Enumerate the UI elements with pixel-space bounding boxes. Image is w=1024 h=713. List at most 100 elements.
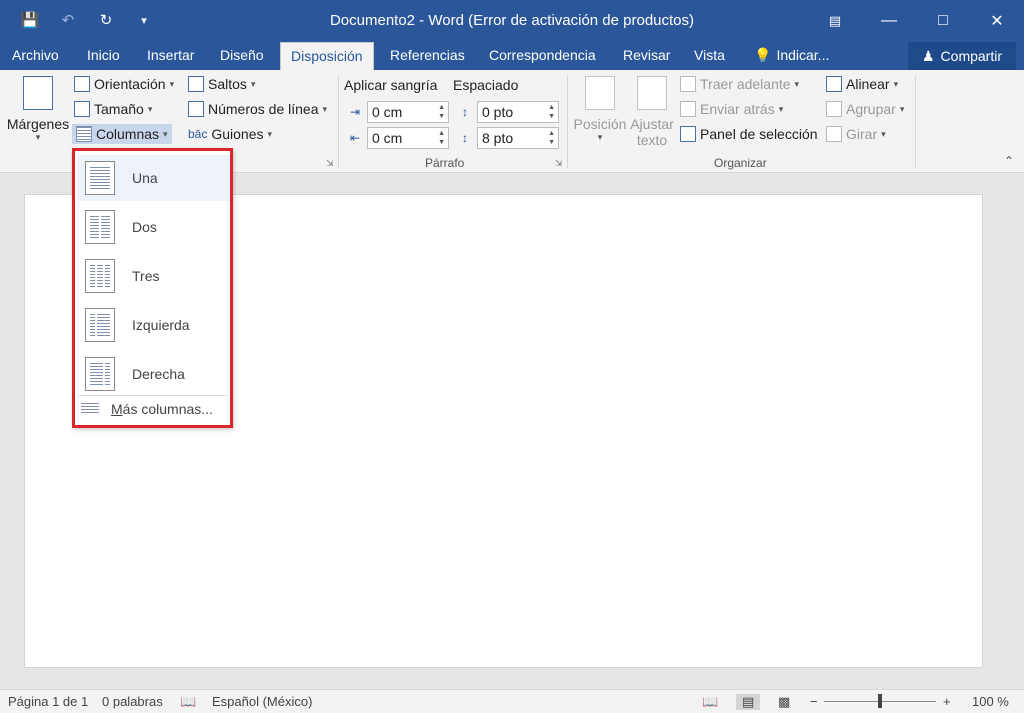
more-columns-label: Más columnas... [111,401,213,417]
proofing-icon[interactable]: 📖 [180,694,196,710]
status-bar: Página 1 de 1 0 palabras 📖 Español (Méxi… [0,689,1024,713]
spinner-arrows-icon[interactable]: ▲ ▼ [548,103,555,121]
close-icon[interactable]: ✕ [970,0,1024,42]
columns-option-label: Dos [132,219,157,235]
hyphenation-icon: bāc [188,127,208,141]
bring-forward-icon [680,76,696,92]
columnas-button[interactable]: Columnas ▾ [72,124,172,144]
columns-option-label: Una [132,170,158,186]
print-layout-icon[interactable]: ▤ [736,694,761,710]
indent-right-input[interactable]: 0 cm ▲ ▼ [367,127,449,149]
columns-option-tres[interactable]: Tres [78,253,230,299]
group-icon [826,101,842,117]
space-after-value: 8 pto [482,130,514,146]
spacing-title: Espaciado [453,77,519,93]
minimize-icon[interactable]: — [862,0,916,42]
alinear-button[interactable]: Alinear ▾ [826,76,898,92]
right-column-icon [85,357,115,391]
wrap-text-icon [637,76,667,110]
zoom-level[interactable]: 100 % [972,694,1009,709]
numeros-linea-button[interactable]: Números de línea ▾ [188,101,327,117]
word-count[interactable]: 0 palabras [102,694,163,709]
share-label: Compartir [940,48,1003,64]
spinner-arrows-icon[interactable]: ▲ ▼ [438,129,445,147]
tab-diseno[interactable]: Diseño [210,42,274,70]
zoom-slider-thumb[interactable] [878,694,882,708]
girar-button[interactable]: Girar ▾ [826,126,886,142]
ajustar-texto-button[interactable]: Ajustar texto [626,76,678,148]
tab-vista[interactable]: Vista [684,42,735,70]
orientation-icon [74,76,90,92]
indent-right-value: 0 cm [372,130,403,146]
guiones-button[interactable]: bāc Guiones ▾ [188,126,272,142]
saltos-label: Saltos [208,76,247,92]
collapse-ribbon-icon[interactable]: ⌃ [1004,154,1014,168]
space-after-icon: ↕ [462,131,468,145]
agrupar-button[interactable]: Agrupar ▾ [826,101,904,117]
page-count[interactable]: Página 1 de 1 [8,694,88,709]
paragraph-launcher-icon[interactable]: ⇲ [555,158,563,169]
space-before-input[interactable]: 0 pto ▲ ▼ [477,101,559,123]
ajustar-label-2: texto [636,132,668,148]
web-layout-icon[interactable]: ▩ [778,694,790,710]
chevron-down-icon: ▾ [597,132,603,142]
columnas-label: Columnas [96,126,160,142]
tab-archivo[interactable]: Archivo [2,42,69,70]
align-icon [826,76,842,92]
indent-left-value: 0 cm [372,104,403,120]
zoom-in-button[interactable]: + [943,694,951,709]
spinner-arrows-icon[interactable]: ▲ ▼ [438,103,445,121]
columns-option-izquierda[interactable]: Izquierda [78,302,230,348]
maximize-icon[interactable]: □ [916,0,970,42]
left-column-icon [85,308,115,342]
margenes-button[interactable]: Márgenes ▾ [6,76,70,143]
title-bar: 💾 ↶ ↻ ▾ Documento2 - Word (Error de acti… [0,0,1024,42]
enviar-label: Enviar atrás [700,101,775,117]
tab-correspondencia[interactable]: Correspondencia [479,42,606,70]
tab-insertar[interactable]: Insertar [137,42,204,70]
chevron-down-icon: ▾ [794,78,800,89]
indent-left-icon: ⇥ [349,105,361,119]
ribbon-tabs: Archivo Inicio Insertar Diseño Disposici… [0,42,1024,70]
chevron-down-icon: ▾ [267,128,273,139]
columns-option-derecha[interactable]: Derecha [78,351,230,397]
alinear-label: Alinear [846,76,890,92]
enviar-atras-button[interactable]: Enviar atrás ▾ [680,101,783,117]
size-icon [74,101,90,117]
posicion-label: Posición [573,116,627,132]
language-indicator[interactable]: Español (México) [212,694,312,709]
page-setup-launcher-icon[interactable]: ⇲ [326,158,334,169]
spinner-arrows-icon[interactable]: ▲ ▼ [548,129,555,147]
margenes-label: Márgenes [6,116,70,132]
zoom-out-button[interactable]: − [810,694,818,709]
ribbon-display-icon[interactable]: ▤ [808,0,862,42]
read-mode-icon[interactable]: 📖 [702,694,718,710]
columns-option-label: Derecha [132,366,185,382]
posicion-button[interactable]: Posición ▾ [572,76,628,143]
guiones-label: Guiones [211,126,264,142]
tell-me-search[interactable]: 💡 Indicar... [744,42,839,70]
more-columns-icon [81,403,99,415]
space-before-icon: ↕ [462,105,468,119]
share-button[interactable]: ♟ Compartir [908,42,1016,70]
indent-left-input[interactable]: 0 cm ▲ ▼ [367,101,449,123]
saltos-button[interactable]: Saltos ▾ [188,76,255,92]
person-icon: ♟ [921,47,935,64]
tab-disposicion[interactable]: Disposición [280,42,374,70]
ajustar-label-1: Ajustar [630,116,674,132]
more-columns-item[interactable]: Más columnas... [81,401,213,417]
orientacion-button[interactable]: Orientación ▾ [74,76,174,92]
tab-revisar[interactable]: Revisar [613,42,680,70]
space-after-input[interactable]: 8 pto ▲ ▼ [477,127,559,149]
columns-option-una[interactable]: Una [78,155,230,201]
line-numbers-icon [188,101,204,117]
chevron-down-icon: ▾ [163,128,168,139]
tamano-label: Tamaño [94,101,144,117]
columns-option-label: Izquierda [132,317,190,333]
traer-adelante-button[interactable]: Traer adelante ▾ [680,76,799,92]
tab-inicio[interactable]: Inicio [77,42,130,70]
tamano-button[interactable]: Tamaño ▾ [74,101,152,117]
panel-seleccion-button[interactable]: Panel de selección [680,126,818,142]
columns-option-dos[interactable]: Dos [78,204,230,250]
tab-referencias[interactable]: Referencias [380,42,475,70]
